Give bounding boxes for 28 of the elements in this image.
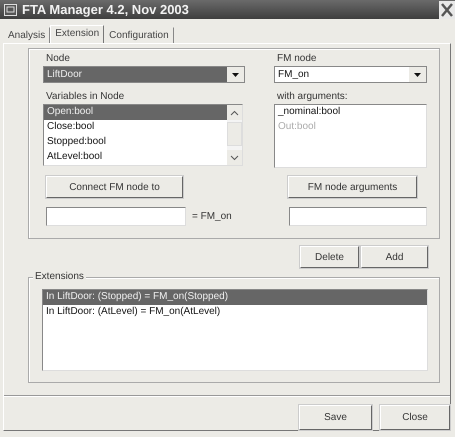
scrollbar[interactable] xyxy=(227,105,242,165)
dropdown[interactable]: FM_on xyxy=(274,66,427,83)
field-label: Variables in Node xyxy=(46,91,126,102)
app-icon xyxy=(4,4,17,16)
list-item[interactable]: _nominal:bool xyxy=(275,105,426,120)
field-label: with arguments: xyxy=(277,91,349,102)
equals-label: = FM_on xyxy=(192,211,232,222)
list-item[interactable]: In LiftDoor: (AtLevel) = FM_on(AtLevel) xyxy=(43,305,427,320)
input-field[interactable] xyxy=(289,207,427,226)
window-title: FTA Manager 4.2, Nov 2003 xyxy=(22,2,190,17)
tab[interactable]: Extension xyxy=(50,25,104,43)
list-item[interactable]: Open:bool xyxy=(44,105,227,120)
dropdown[interactable]: LiftDoor xyxy=(43,66,245,83)
input-field[interactable] xyxy=(46,207,186,226)
close-icon[interactable] xyxy=(439,0,455,18)
dialog-button[interactable]: Close xyxy=(380,405,450,430)
action-button[interactable]: Delete xyxy=(300,246,359,268)
dialog-button[interactable]: Save xyxy=(299,405,372,430)
list-item[interactable]: Stopped:bool xyxy=(44,135,227,150)
list-item[interactable]: In LiftDoor: (Stopped) = FM_on(Stopped) xyxy=(43,290,427,305)
field-label: FM node xyxy=(277,53,318,64)
list-item[interactable]: Close:bool xyxy=(44,120,227,135)
arguments-button[interactable]: FM node arguments xyxy=(288,176,417,198)
action-button[interactable]: Add xyxy=(361,246,428,268)
connect-button[interactable]: Connect FM node to xyxy=(46,176,183,198)
list-item[interactable]: AtLevel:bool xyxy=(44,150,227,165)
group-title: Extensions xyxy=(33,271,86,282)
field-label: Node xyxy=(46,53,71,64)
